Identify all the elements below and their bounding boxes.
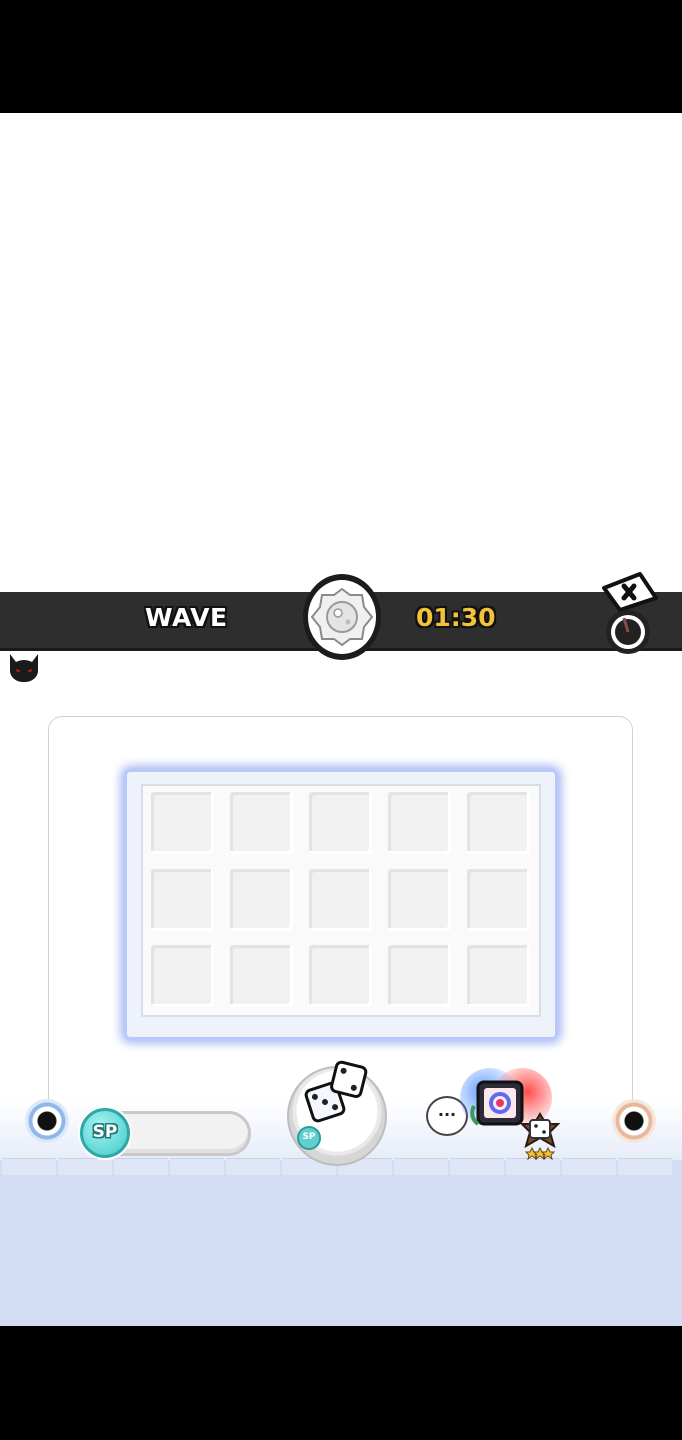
sp-badge: SP xyxy=(80,1108,130,1158)
dice-slot[interactable] xyxy=(388,869,451,931)
wave-label: WAVE xyxy=(145,603,228,632)
sp-badge-label: SP xyxy=(92,1122,118,1142)
summon-cost-sp-icon: SP xyxy=(297,1126,321,1150)
enemy-portal-right-icon xyxy=(612,1099,656,1143)
dice-icon xyxy=(304,1060,368,1123)
dice-slot[interactable] xyxy=(388,945,451,1007)
dice-slot[interactable] xyxy=(151,945,214,1007)
dice-slot[interactable] xyxy=(309,945,372,1007)
dice-slot[interactable] xyxy=(388,792,451,854)
dice-slot[interactable] xyxy=(467,945,530,1007)
dice-slot[interactable] xyxy=(230,869,293,931)
enemy-devil-icon xyxy=(10,654,38,682)
dice-slot[interactable] xyxy=(230,792,293,854)
wave-boss-badge-icon xyxy=(303,574,381,660)
dice-slot[interactable] xyxy=(309,869,372,931)
surrender-flag-button[interactable] xyxy=(598,570,662,660)
summon-cost-label: SP xyxy=(302,1132,316,1142)
dice-slot[interactable] xyxy=(309,792,372,854)
dice-slot[interactable] xyxy=(467,792,530,854)
enemy-portal-left-icon xyxy=(25,1099,69,1143)
dice-slot[interactable] xyxy=(230,945,293,1007)
top-letterbox xyxy=(0,0,682,113)
dice-grid xyxy=(141,784,541,1017)
dice-slot[interactable] xyxy=(467,869,530,931)
player-rank-emblem-icon[interactable] xyxy=(460,1066,572,1162)
dice-slot[interactable] xyxy=(151,869,214,931)
bottom-letterbox xyxy=(0,1326,682,1440)
wave-timer: 01:30 xyxy=(416,603,496,632)
dice-slot[interactable] xyxy=(151,792,214,854)
